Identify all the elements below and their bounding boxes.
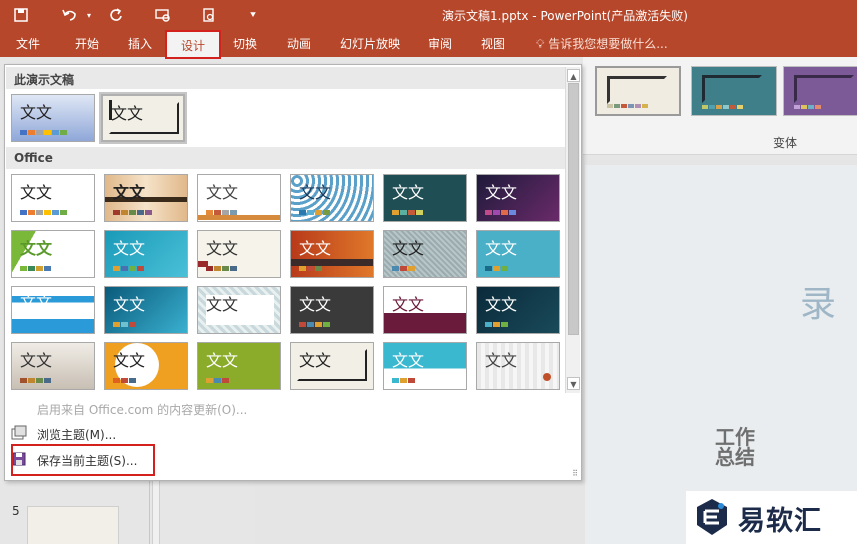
customize-toolbar-icon[interactable]: ⯆ (246, 4, 260, 26)
theme-thumbnail[interactable]: 文文 (11, 94, 95, 142)
theme-thumbnail[interactable]: 文文 (104, 342, 188, 390)
tab-view[interactable]: 视图 (481, 35, 505, 52)
theme-thumbnail[interactable]: 文文 (197, 286, 281, 334)
theme-thumbnail[interactable]: 文文 (11, 174, 95, 222)
tab-home[interactable]: 开始 (75, 35, 99, 52)
tell-me-placeholder: 告诉我您想要做什么... (548, 37, 668, 51)
redo-icon[interactable] (105, 4, 127, 26)
pane-splitter[interactable] (152, 470, 160, 544)
tab-slideshow[interactable]: 幻灯片放映 (340, 35, 400, 52)
highlight-box (11, 444, 155, 476)
theme-thumbnail[interactable]: 文文 (104, 174, 188, 222)
variant-thumbnail[interactable] (783, 66, 857, 116)
slide-thumbnail-pane: 5 (0, 480, 150, 544)
brand-logo-icon (694, 497, 730, 537)
slide-decor-character: 录 (800, 284, 837, 325)
theme-gallery-dropdown: 此演示文稿 文文 文文 Office 文文 文文 文文 文文 文文 文文 文文 (4, 64, 582, 481)
slide-number: 5 (12, 504, 20, 518)
theme-thumbnail[interactable]: 文文 (11, 286, 95, 334)
theme-thumbnail[interactable]: 文文 (383, 286, 467, 334)
tab-insert[interactable]: 插入 (128, 35, 152, 52)
variant-thumbnail[interactable] (595, 66, 681, 116)
slide-canvas[interactable]: 录 工作总结 (585, 165, 857, 544)
theme-thumbnail[interactable]: 文文 (104, 230, 188, 278)
tab-animations[interactable]: 动画 (287, 35, 311, 52)
slide-thumbnail[interactable] (27, 506, 119, 544)
theme-thumbnail[interactable]: 文文 (104, 286, 188, 334)
slideshow-from-start-icon[interactable] (152, 4, 174, 26)
theme-thumbnail[interactable]: 文文 (383, 342, 467, 390)
theme-thumbnail[interactable]: 文文 (476, 286, 560, 334)
variant-thumbnail[interactable] (691, 66, 777, 116)
theme-thumbnail[interactable]: 文文 (476, 230, 560, 278)
menu-enable-office-updates: 启用来自 Office.com 的内容更新(O)... (37, 403, 248, 417)
ribbon-variants-area: 变体 (583, 57, 857, 155)
theme-thumbnail[interactable]: 文文 (11, 342, 95, 390)
theme-thumbnail[interactable]: 文文 (476, 174, 560, 222)
tab-file[interactable]: 文件 (16, 35, 40, 52)
section-this-presentation: 此演示文稿 (6, 67, 565, 89)
theme-thumbnail-current[interactable]: 文文 (99, 92, 187, 144)
theme-thumbnail[interactable]: 文文 (476, 342, 560, 390)
menu-browse-themes[interactable]: 浏览主题(M)... (5, 421, 581, 445)
section-office: Office (6, 147, 565, 169)
theme-thumbnail[interactable]: 文文 (197, 230, 281, 278)
theme-thumbnail[interactable]: 文文 (290, 286, 374, 334)
undo-dropdown-icon[interactable]: ▾ (84, 4, 94, 26)
print-preview-icon[interactable] (198, 4, 220, 26)
theme-thumbnail[interactable]: 文文 (383, 230, 467, 278)
tell-me-box[interactable]: 💡︎ 告诉我您想要做什么... (536, 35, 668, 52)
title-bar: ▾ ⯆ 演示文稿1.pptx - PowerPoint(产品激活失败) (0, 0, 857, 30)
theme-thumbnail[interactable]: 文文 (290, 174, 374, 222)
theme-thumbnail[interactable]: 文文 (197, 342, 281, 390)
scrollbar-thumb[interactable] (568, 83, 579, 335)
window-title: 演示文稿1.pptx - PowerPoint(产品激活失败) (442, 9, 688, 23)
theme-thumbnail[interactable]: 文文 (290, 342, 374, 390)
theme-thumbnail[interactable]: 文文 (11, 230, 95, 278)
watermark: 易软汇 (686, 491, 857, 544)
tab-review[interactable]: 审阅 (428, 35, 452, 52)
theme-thumbnail[interactable]: 文文 (197, 174, 281, 222)
theme-thumbnail[interactable]: 文文 (383, 174, 467, 222)
slide-decor-text: 工作总结 (715, 425, 755, 469)
browse-themes-icon (11, 425, 27, 441)
resize-grip-icon[interactable]: ⠿ (572, 469, 578, 478)
tab-transitions[interactable]: 切换 (233, 35, 257, 52)
variants-group-label: 变体 (773, 136, 798, 150)
ribbon-tabs: 文件 开始 插入 设计 切换 动画 幻灯片放映 审阅 视图 💡︎ 告诉我您想要做… (0, 30, 857, 59)
save-icon[interactable] (10, 4, 32, 26)
theme-thumbnail[interactable]: 文文 (290, 230, 374, 278)
scroll-down-icon[interactable]: ▼ (567, 377, 580, 390)
undo-icon[interactable] (58, 4, 82, 26)
scroll-up-icon[interactable]: ▲ (567, 69, 580, 82)
tab-design[interactable]: 设计 (165, 30, 222, 59)
lightbulb-icon: 💡︎ (536, 37, 545, 51)
brand-name: 易软汇 (738, 506, 822, 537)
gallery-scrollbar[interactable]: ▲ ▼ (565, 67, 580, 393)
